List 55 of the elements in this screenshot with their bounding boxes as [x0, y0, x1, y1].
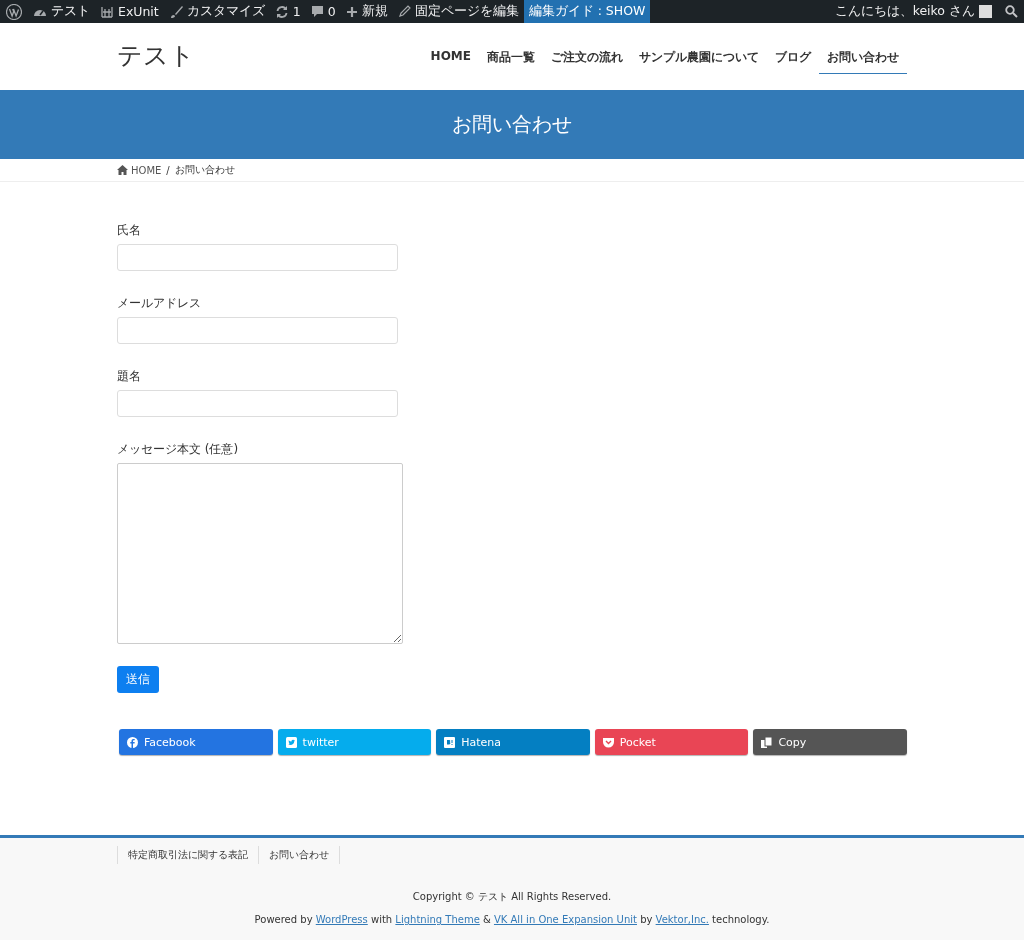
toolbar-item[interactable]: 新規: [340, 0, 393, 23]
toolbar-item[interactable]: ExUnit: [95, 0, 164, 23]
copyright-text: Copyright © テスト All Rights Reserved.: [411, 890, 613, 904]
toolbar-item[interactable]: テスト: [28, 0, 95, 23]
refresh-icon: [274, 4, 289, 19]
toolbar-item[interactable]: 1: [269, 0, 306, 23]
footer-link[interactable]: お問い合わせ: [258, 846, 340, 864]
footer-credit-link[interactable]: WordPress: [315, 914, 368, 925]
nav-link[interactable]: HOME: [422, 43, 479, 74]
powered-by-text: Powered by WordPress with Lightning Theme & VK All in One Expansion Unit by Vektor,Inc. technology.: [253, 914, 771, 925]
home-icon: [117, 165, 128, 175]
page-title: お問い合わせ: [452, 111, 572, 138]
footer-link[interactable]: 特定商取引法に関する表記: [117, 846, 258, 864]
wordpress-logo-icon[interactable]: [6, 3, 22, 20]
breadcrumb-current: お問い合わせ: [174, 163, 235, 177]
facebook-logo-icon: [127, 736, 138, 748]
message-textarea[interactable]: [117, 463, 403, 644]
avatar-icon: [979, 5, 992, 18]
share-button[interactable]: Facebook: [119, 729, 273, 755]
pocket-logo-icon: [602, 736, 614, 748]
b-logo-icon: [444, 736, 456, 748]
nav-link[interactable]: ブログ: [767, 43, 819, 74]
pencil-icon: [397, 5, 411, 18]
toolbar-item[interactable]: 固定ページを編集: [392, 0, 524, 23]
text-input-field[interactable]: [117, 390, 398, 417]
field-label: メールアドレス: [117, 295, 202, 312]
field-label: 題名: [117, 368, 142, 385]
text-input-field[interactable]: [117, 244, 398, 271]
submit-button[interactable]: 送信: [117, 666, 159, 693]
nav-link[interactable]: サンプル農園について: [631, 43, 767, 74]
toolbar-item[interactable]: カスタマイズ: [163, 0, 270, 23]
speech-bubble-icon: [310, 5, 324, 18]
site-title[interactable]: テスト: [117, 23, 195, 90]
copy-icon: [761, 736, 773, 748]
toolbar-item[interactable]: 編集ガイド : SHOW: [523, 0, 651, 23]
share-button[interactable]: Pocket: [594, 729, 749, 755]
footer-credit-link[interactable]: Vektor,Inc.: [655, 914, 709, 925]
share-button[interactable]: Copy: [753, 729, 907, 755]
share-button[interactable]: Hatena: [436, 729, 590, 755]
nav-link[interactable]: 商品一覧: [479, 43, 543, 74]
bird-logo-icon: [285, 736, 297, 748]
field-label: メッセージ本文 (任意): [117, 441, 240, 458]
footer-credit-link[interactable]: VK All in One Expansion Unit: [493, 914, 637, 925]
plus-icon: [345, 5, 358, 18]
nav-link[interactable]: ご注文の流れ: [543, 43, 631, 74]
breadcrumb-separator: /: [166, 164, 170, 176]
nav-link[interactable]: お問い合わせ: [819, 43, 907, 74]
account-menu[interactable]: こんにちは、keiko さん: [829, 0, 997, 23]
toolbar-item[interactable]: 0: [305, 0, 341, 23]
search-icon[interactable]: [1005, 5, 1018, 18]
text-input-field[interactable]: [117, 317, 398, 344]
field-label: 氏名: [117, 222, 142, 239]
footer-credit-link[interactable]: Lightning Theme: [395, 914, 480, 925]
brush-icon: [168, 4, 183, 19]
breadcrumb-home-link[interactable]: HOME: [117, 164, 162, 176]
